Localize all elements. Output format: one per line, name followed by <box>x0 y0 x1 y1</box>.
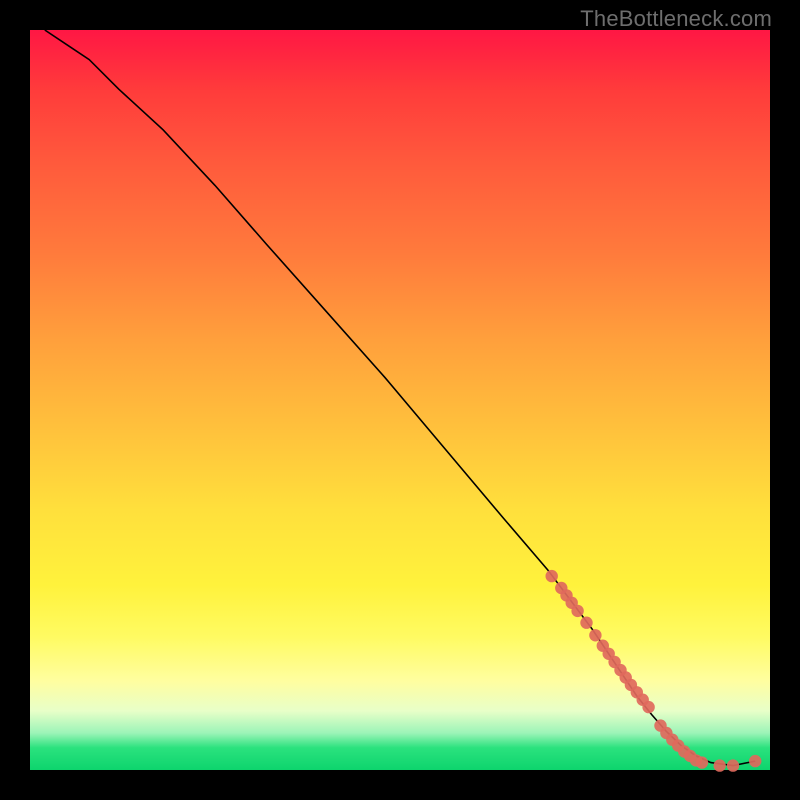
data-point <box>749 755 761 767</box>
data-point <box>580 617 592 629</box>
data-point <box>589 629 601 641</box>
data-point <box>696 756 708 768</box>
data-point <box>546 570 558 582</box>
data-point <box>571 605 583 617</box>
bottleneck-chart <box>30 30 770 770</box>
data-point <box>714 759 726 771</box>
data-point <box>727 759 739 771</box>
curve-line <box>45 30 755 766</box>
watermark-text: TheBottleneck.com <box>580 6 772 32</box>
data-point <box>642 701 654 713</box>
data-markers <box>546 570 762 772</box>
